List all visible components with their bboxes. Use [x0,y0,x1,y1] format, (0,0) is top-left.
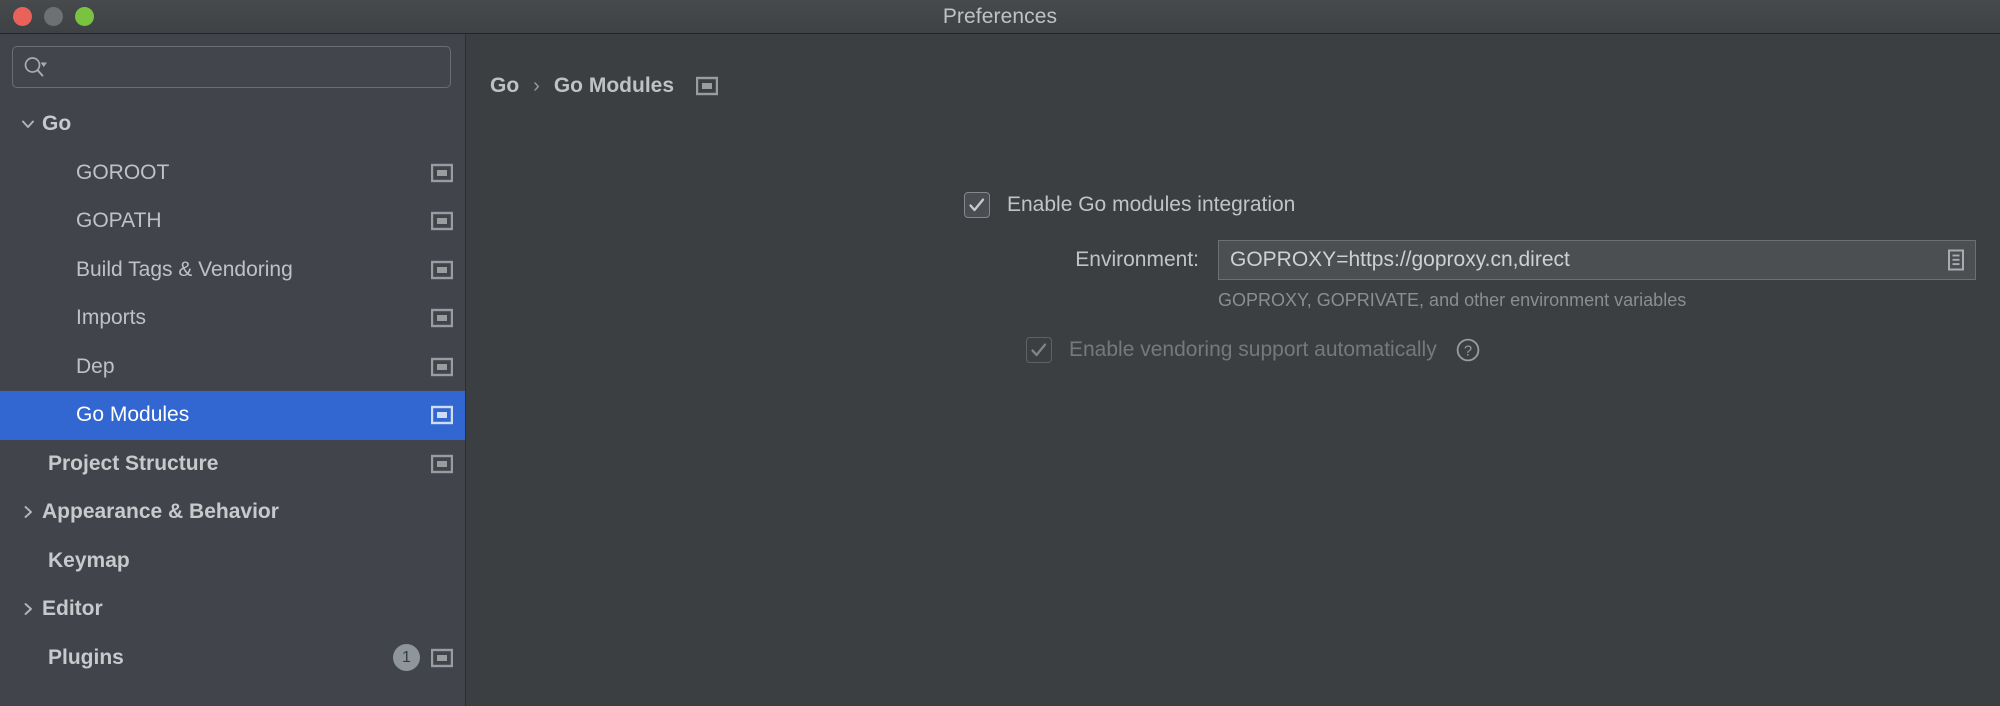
search-input[interactable] [55,57,440,77]
project-scope-icon[interactable] [431,211,453,231]
breadcrumb-current: Go Modules [554,74,674,98]
sidebar-item-label: Dep [76,355,115,379]
project-scope-icon[interactable] [431,454,453,474]
sidebar-item-appearance-behavior[interactable]: Appearance & Behavior [0,488,465,537]
settings-tree: Go GOROOT GOPATH Build Tags & Vendoring Impo… [0,100,465,682]
project-scope-icon[interactable] [431,405,453,425]
close-button[interactable] [13,7,32,26]
window-title: Preferences [0,5,2000,29]
search-box[interactable] [12,46,451,88]
project-scope-icon[interactable] [431,260,453,280]
minimize-button[interactable] [44,7,63,26]
project-scope-icon[interactable] [696,76,718,96]
sidebar-item-label: Imports [76,306,146,330]
chevron-down-icon[interactable] [14,116,42,132]
traffic-light-group [0,7,94,26]
breadcrumb-root[interactable]: Go [490,74,519,98]
sidebar-item-label: Keymap [48,549,130,573]
sidebar-item-label: GOPATH [76,209,162,233]
enable-go-modules-label: Enable Go modules integration [1007,193,1295,217]
enable-vendoring-label: Enable vendoring support automatically [1069,338,1437,362]
enable-go-modules-checkbox[interactable] [964,192,990,218]
sidebar-item-label: Build Tags & Vendoring [76,258,293,282]
sidebar-item-editor[interactable]: Editor [0,585,465,634]
sidebar-item-gopath[interactable]: GOPATH [0,197,465,246]
sidebar-item-keymap[interactable]: Keymap [0,537,465,586]
sidebar-item-go-modules[interactable]: Go Modules [0,391,465,440]
sidebar-item-badge: 1 [393,644,420,671]
environment-field[interactable] [1218,240,1976,280]
svg-text:?: ? [1464,343,1472,359]
list-editor-icon[interactable] [1941,245,1971,275]
search-container [0,34,465,98]
sidebar-item-label: Go [42,112,71,136]
sidebar-item-imports[interactable]: Imports [0,294,465,343]
settings-sidebar: Go GOROOT GOPATH Build Tags & Vendoring Impo… [0,34,466,706]
question-mark-icon[interactable]: ? [1455,337,1481,363]
sidebar-item-project-structure[interactable]: Project Structure [0,440,465,489]
environment-hint: GOPROXY, GOPRIVATE, and other environmen… [1218,290,1686,311]
sidebar-item-label: GOROOT [76,161,169,185]
breadcrumb-separator: › [533,75,540,98]
project-scope-icon[interactable] [431,357,453,377]
search-icon [23,56,49,78]
sidebar-item-goroot[interactable]: GOROOT [0,149,465,198]
project-scope-icon[interactable] [431,163,453,183]
sidebar-item-dep[interactable]: Dep [0,343,465,392]
chevron-right-icon[interactable] [14,601,42,617]
maximize-button[interactable] [75,7,94,26]
window-titlebar: Preferences [0,0,2000,34]
environment-row: Environment: [466,240,2000,280]
sidebar-item-label: Appearance & Behavior [42,500,279,524]
breadcrumb: Go › Go Modules [466,34,2000,86]
environment-input[interactable] [1230,248,1941,272]
sidebar-item-build-tags-vendoring[interactable]: Build Tags & Vendoring [0,246,465,295]
enable-vendoring-row[interactable]: Enable vendoring support automatically ? [466,337,2000,363]
settings-detail-pane: Go › Go Modules Enable Go modules integr… [466,34,2000,706]
environment-label: Environment: [964,248,1218,272]
preferences-shell: Go GOROOT GOPATH Build Tags & Vendoring Impo… [0,34,2000,706]
chevron-right-icon[interactable] [14,504,42,520]
project-scope-icon[interactable] [431,648,453,668]
sidebar-item-label: Editor [42,597,103,621]
sidebar-item-go[interactable]: Go [0,100,465,149]
enable-vendoring-checkbox[interactable] [1026,337,1052,363]
sidebar-item-label: Plugins [48,646,124,670]
project-scope-icon[interactable] [431,308,453,328]
enable-go-modules-row[interactable]: Enable Go modules integration [466,192,2000,218]
sidebar-item-label: Go Modules [76,403,189,427]
sidebar-item-label: Project Structure [48,452,218,476]
settings-content: Enable Go modules integration Environmen… [466,86,2000,363]
environment-hint-row: GOPROXY, GOPRIVATE, and other environmen… [466,290,2000,311]
sidebar-item-plugins[interactable]: Plugins 1 [0,634,465,683]
